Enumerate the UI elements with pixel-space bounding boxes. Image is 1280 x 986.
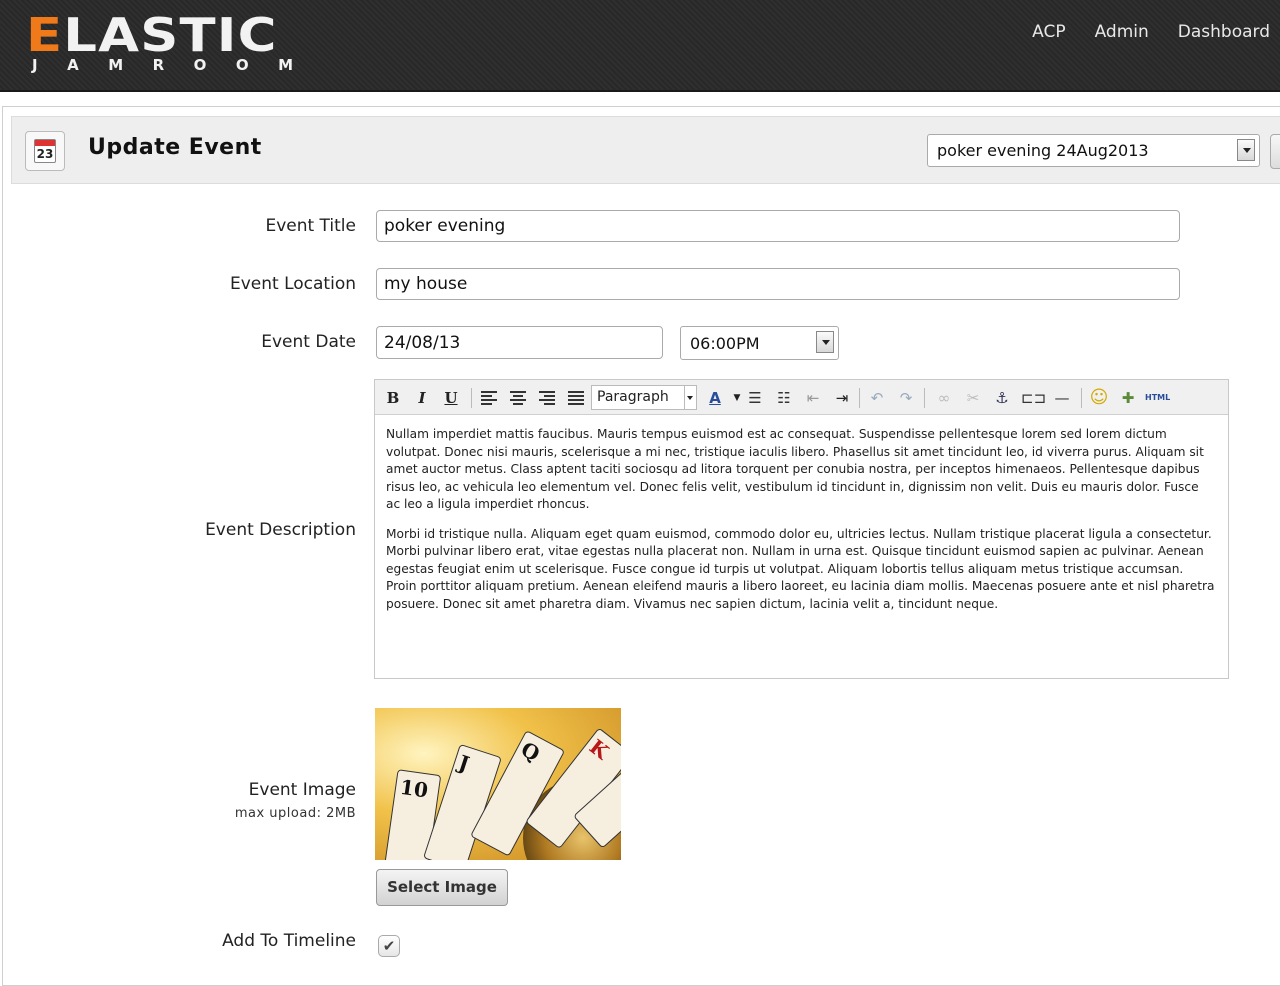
event-image-label: Event Image <box>248 780 356 800</box>
toolbar-separator <box>859 388 860 408</box>
editor-paragraph: Nullam imperdiet mattis faucibus. Mauris… <box>386 427 1204 511</box>
event-description-label: Event Description <box>205 520 356 540</box>
site-logo[interactable]: ELASTIC JAMROOM <box>26 10 326 82</box>
text-color-icon[interactable]: A <box>705 387 725 409</box>
toolbar-separator <box>471 388 472 408</box>
align-justify-icon[interactable] <box>568 391 584 405</box>
event-selector-value: poker evening 24Aug2013 <box>937 141 1149 160</box>
link-icon[interactable]: ∞ <box>934 387 954 409</box>
editor-content[interactable]: Nullam imperdiet mattis faucibus. Mauris… <box>386 426 1216 625</box>
event-time-select[interactable]: 06:00PM <box>680 326 839 360</box>
align-left-icon[interactable] <box>481 391 497 405</box>
event-location-input[interactable] <box>376 268 1180 300</box>
editor-toolbar: B I U Paragraph A ▼ ☰ ☷ ⇤ ⇥ ↶ ↷ ∞ ✂ ⚓ ⊏⊐… <box>375 380 1228 415</box>
outdent-icon[interactable]: ⇤ <box>803 387 823 409</box>
toolbar-separator <box>1081 388 1082 408</box>
align-right-icon[interactable] <box>539 391 555 405</box>
title-bar-button[interactable] <box>1270 134 1280 169</box>
event-time-value: 06:00PM <box>690 334 760 353</box>
bold-icon[interactable]: B <box>383 387 403 409</box>
add-to-timeline-label: Add To Timeline <box>222 931 356 951</box>
italic-icon[interactable]: I <box>412 387 432 409</box>
top-header: ELASTIC JAMROOM ACP Admin Dashboard <box>0 0 1280 92</box>
text-color-dropdown-icon[interactable]: ▼ <box>727 387 747 409</box>
logo-accent-letter: E <box>26 8 64 62</box>
nav-link-acp[interactable]: ACP <box>1032 21 1065 43</box>
indent-icon[interactable]: ⇥ <box>832 387 852 409</box>
event-date-input[interactable] <box>376 326 663 359</box>
editor-paragraph: Morbi id tristique nulla. Aliquam eget q… <box>386 526 1215 611</box>
calendar-page: 23 <box>34 139 56 163</box>
top-nav: ACP Admin Dashboard <box>1003 21 1280 43</box>
html-source-button[interactable]: HTML <box>1145 387 1170 409</box>
chevron-down-icon[interactable] <box>816 331 834 353</box>
format-select-value: Paragraph <box>597 389 669 405</box>
anchor-icon[interactable]: ⚓ <box>992 387 1012 409</box>
logo-wordmark-rest: LASTIC <box>63 8 278 62</box>
underline-icon[interactable]: U <box>441 387 461 409</box>
select-image-button[interactable]: Select Image <box>376 869 508 906</box>
add-to-timeline-checkbox[interactable]: ✔ <box>378 935 400 957</box>
page-break-icon[interactable]: ⊏⊐ <box>1021 387 1046 409</box>
chevron-down-icon[interactable] <box>1237 139 1255 161</box>
nav-link-admin[interactable]: Admin <box>1095 21 1149 43</box>
calendar-icon: 23 <box>25 131 65 171</box>
logo-subtitle: JAMROOM <box>32 56 323 74</box>
unlink-icon[interactable]: ✂ <box>963 387 983 409</box>
event-selector[interactable]: poker evening 24Aug2013 <box>927 134 1260 167</box>
checkmark-icon: ✔ <box>382 937 396 955</box>
event-image-preview: 10 J Q K A <box>375 708 621 860</box>
chevron-down-icon[interactable] <box>684 386 696 409</box>
event-image-sublabel: max upload: 2MB <box>234 806 356 821</box>
insert-image-icon[interactable]: ✚ <box>1118 387 1138 409</box>
numbered-list-icon[interactable]: ☷ <box>774 387 794 409</box>
bullet-list-icon[interactable]: ☰ <box>745 387 765 409</box>
logo-wordmark: ELASTIC <box>26 10 278 60</box>
page-title: Update Event <box>88 135 262 160</box>
horizontal-rule-icon[interactable]: — <box>1052 387 1072 409</box>
event-date-label: Event Date <box>261 332 356 352</box>
toolbar-separator <box>924 388 925 408</box>
rich-text-editor: B I U Paragraph A ▼ ☰ ☷ ⇤ ⇥ ↶ ↷ ∞ ✂ ⚓ ⊏⊐… <box>374 379 1229 679</box>
redo-icon[interactable]: ↷ <box>896 387 916 409</box>
calendar-day-number: 23 <box>36 147 54 161</box>
emoticon-icon[interactable]: ☺ <box>1089 387 1109 409</box>
title-bar: 23 Update Event poker evening 24Aug2013 <box>11 116 1280 184</box>
event-title-label: Event Title <box>265 216 356 236</box>
nav-link-dashboard[interactable]: Dashboard <box>1178 21 1270 43</box>
align-center-icon[interactable] <box>510 391 526 405</box>
event-location-label: Event Location <box>229 274 356 294</box>
format-select[interactable]: Paragraph <box>591 385 697 410</box>
undo-icon[interactable]: ↶ <box>867 387 887 409</box>
event-title-input[interactable] <box>376 210 1180 242</box>
